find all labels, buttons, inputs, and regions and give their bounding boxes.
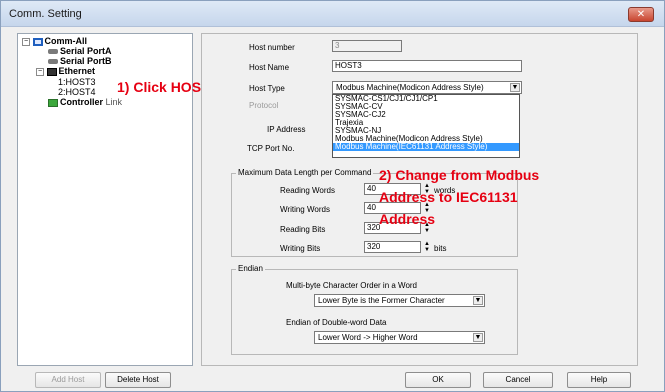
collapse-icon[interactable]: − — [22, 37, 30, 46]
dropdown-option-selected[interactable]: Modbus Machine(IEC61131 Address Style) — [333, 143, 519, 151]
host-number-field: 3 — [332, 40, 402, 52]
delete-host-button[interactable]: Delete Host — [105, 372, 171, 388]
add-host-button[interactable]: Add Host — [35, 372, 101, 388]
tree-label: Serial PortB — [60, 56, 112, 66]
group-title: Maximum Data Length per Command — [236, 168, 374, 178]
dword-endian-value: Lower Word -> Higher Word — [318, 333, 418, 342]
dropdown-option[interactable]: Trajexia — [333, 119, 519, 127]
ok-button[interactable]: OK — [405, 372, 471, 388]
dropdown-option[interactable]: SYSMAC-CS1/CJ1/CJ1/CP1 — [333, 95, 519, 103]
host-type-select[interactable]: Modbus Machine(Modicon Address Style) ▼ — [332, 81, 522, 94]
dword-endian-select[interactable]: Lower Word -> Higher Word ▼ — [314, 331, 485, 344]
tree-item-serial-a[interactable]: Serial PortA — [48, 46, 112, 56]
tree-item-serial-b[interactable]: Serial PortB — [48, 56, 112, 66]
title-bar: Comm. Setting ✕ — [1, 1, 664, 27]
window-title: Comm. Setting — [9, 8, 82, 20]
chevron-down-icon[interactable]: ▼ — [473, 296, 483, 305]
host-type-label: Host Type — [249, 84, 285, 93]
tree-label: Ethernet — [58, 66, 96, 76]
tree-label: Serial PortA — [60, 46, 112, 56]
multibyte-order-value: Lower Byte is the Former Character — [318, 296, 445, 305]
group-title: Endian — [236, 264, 265, 274]
host-type-dropdown-list[interactable]: SYSMAC-CS1/CJ1/CJ1/CP1 SYSMAC-CV SYSMAC-… — [332, 94, 520, 158]
dropdown-option[interactable]: SYSMAC-CJ2 — [333, 111, 519, 119]
annotation-line: 2) Change from Modbus — [379, 167, 540, 183]
writing-bits-input[interactable]: 320 — [364, 241, 421, 253]
tree-label-suffix: Link — [103, 97, 123, 107]
host-number-label: Host number — [249, 43, 295, 52]
multibyte-order-label: Multi-byte Character Order in a Word — [286, 281, 418, 290]
dropdown-option[interactable]: SYSMAC-NJ — [333, 127, 519, 135]
dropdown-option[interactable]: Modbus Machine(Modicon Address Style) — [333, 135, 519, 143]
host-name-input[interactable]: HOST3 — [332, 60, 522, 72]
multibyte-order-select[interactable]: Lower Byte is the Former Character ▼ — [314, 294, 485, 307]
writing-words-label: Writing Words — [280, 205, 330, 214]
ethernet-icon — [46, 67, 57, 76]
annotation-line: Address to IEC61131 — [379, 189, 518, 205]
collapse-icon[interactable]: − — [36, 67, 44, 76]
reading-words-label: Reading Words — [280, 186, 335, 195]
tree-label: Controller — [60, 97, 104, 107]
close-button[interactable]: ✕ — [628, 7, 654, 22]
comm-setting-window: Comm. Setting ✕ − Comm-All Serial PortA … — [0, 0, 665, 392]
bits-unit-label: bits — [434, 244, 447, 253]
computer-icon — [32, 37, 43, 46]
tree-item-host4[interactable]: 2:HOST4 — [58, 87, 96, 97]
cancel-button[interactable]: Cancel — [483, 372, 553, 388]
annotation-line: Address — [379, 211, 436, 227]
protocol-label: Protocol — [249, 101, 279, 110]
controller-icon — [48, 98, 58, 107]
tcp-port-label: TCP Port No. — [247, 144, 295, 153]
help-button[interactable]: Help — [567, 372, 631, 388]
dropdown-option[interactable]: SYSMAC-CV — [333, 103, 519, 111]
chevron-down-icon[interactable]: ▼ — [510, 83, 520, 92]
reading-bits-label: Reading Bits — [280, 225, 326, 234]
annotation-step2: 2) Change from Modbus Address to IEC6113… — [379, 164, 659, 230]
writing-bits-label: Writing Bits — [280, 244, 321, 253]
host-name-label: Host Name — [249, 63, 290, 72]
ip-address-label: IP Address — [267, 125, 306, 134]
tree-item-ethernet[interactable]: − Ethernet — [36, 66, 95, 76]
tree-label: Comm-All — [44, 36, 88, 46]
tree-item-controller-link[interactable]: Controller Link — [48, 97, 122, 107]
tree-item-comm-all[interactable]: − Comm-All — [22, 36, 87, 46]
writing-bits-stepper[interactable]: ▲ ▼ — [423, 241, 431, 253]
dword-endian-label: Endian of Double-word Data — [286, 318, 387, 327]
serial-port-icon — [48, 59, 58, 65]
host-type-selected-value: Modbus Machine(Modicon Address Style) — [336, 83, 484, 92]
serial-port-icon — [48, 49, 58, 55]
tree-item-host3[interactable]: 1:HOST3 — [58, 77, 96, 87]
tree-label: 2:HOST4 — [58, 87, 96, 97]
chevron-down-icon[interactable]: ▼ — [473, 333, 483, 342]
tree-label: 1:HOST3 — [58, 77, 96, 87]
